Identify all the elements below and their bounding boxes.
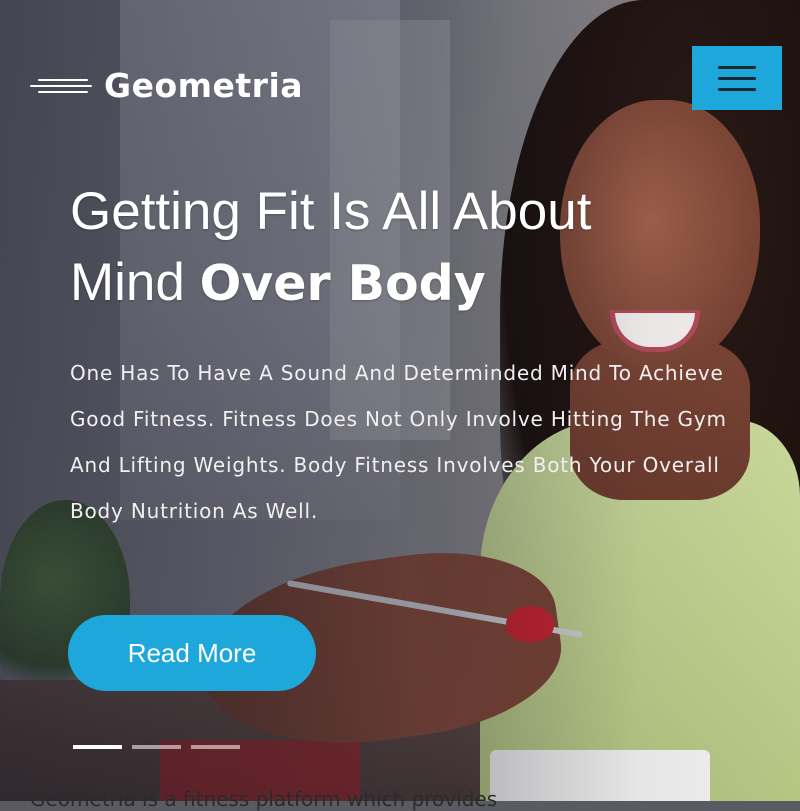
hero-description: One Has To Have A Sound And Determinded … bbox=[70, 361, 727, 523]
slider-dot-1[interactable] bbox=[73, 745, 122, 749]
hamburger-menu-icon-bar bbox=[718, 87, 756, 91]
headline-line-2-regular: Mind bbox=[70, 253, 200, 312]
below-fold-text: Geometria is a fitness platform which pr… bbox=[30, 787, 498, 811]
slider-dot-3[interactable] bbox=[191, 745, 240, 749]
hamburger-menu-button[interactable] bbox=[692, 46, 782, 110]
headline-line-2-bold: Over Body bbox=[199, 255, 486, 312]
hero-headline: Getting Fit Is All About Mind Over Body bbox=[70, 176, 591, 319]
slider-pagination bbox=[73, 745, 240, 749]
logo-speed-lines-icon bbox=[30, 76, 96, 96]
hamburger-menu-icon bbox=[718, 65, 756, 69]
headline-line-1: Getting Fit Is All About bbox=[70, 182, 592, 241]
slider-dot-2[interactable] bbox=[132, 745, 181, 749]
brand-name: Geometria bbox=[104, 66, 304, 105]
read-more-button[interactable]: Read More bbox=[68, 615, 316, 691]
hamburger-menu-icon-bar bbox=[718, 76, 756, 80]
brand-logo[interactable]: Geometria bbox=[30, 66, 303, 105]
